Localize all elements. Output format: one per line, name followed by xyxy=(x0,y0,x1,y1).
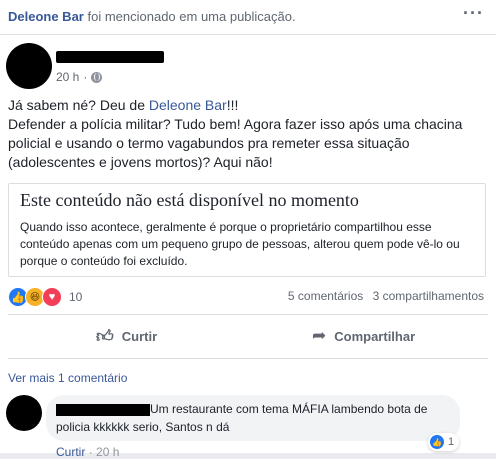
notification-message: foi mencionado em uma publicação. xyxy=(83,9,296,24)
post-text-before: Já sabem né? Deu de xyxy=(8,97,149,113)
comment-reaction-count: 1 xyxy=(448,436,455,448)
post-meta: 20 h · xyxy=(56,70,103,84)
like-button[interactable]: 👍︎ Curtir xyxy=(96,321,157,351)
reaction-summary[interactable]: 👍 😆 ♥ 10 xyxy=(8,287,82,307)
like-icon: 👍 xyxy=(430,435,444,449)
comments-count-link[interactable]: 5 comentários xyxy=(288,289,363,303)
post-card: 20 h · Já sabem né? Deu de Deleone Bar!!… xyxy=(0,35,496,459)
author-avatar[interactable] xyxy=(6,43,52,89)
reaction-count[interactable]: 10 xyxy=(69,290,82,304)
redacted-commenter-name[interactable] xyxy=(56,403,150,416)
unavailable-description: Quando isso acontece, geralmente é porqu… xyxy=(20,220,460,268)
comment-timestamp[interactable]: 20 h xyxy=(96,445,119,459)
comment-meta-separator: · xyxy=(88,445,93,459)
globe-icon[interactable] xyxy=(91,71,103,83)
comment-like-link[interactable]: Curtir xyxy=(56,445,85,459)
thumbs-up-icon: 👍︎ xyxy=(96,326,114,346)
share-button-label: Compartilhar xyxy=(334,328,416,344)
comment-reaction-badge[interactable]: 👍 1 xyxy=(428,433,460,451)
mention-link[interactable]: Deleone Bar xyxy=(149,97,227,113)
love-icon: ♥ xyxy=(42,287,62,307)
view-more-comments-link[interactable]: Ver mais 1 comentário xyxy=(8,371,127,385)
redacted-author-name[interactable] xyxy=(56,51,164,63)
share-button[interactable]: ➦ Compartilhar xyxy=(312,321,415,351)
comment-bubble: Um restaurante com tema MÁFIA lambendo b… xyxy=(46,395,460,441)
mention-notification-bar: Deleone Bar foi mencionado em uma public… xyxy=(0,0,496,35)
post-timestamp[interactable]: 20 h xyxy=(56,70,79,84)
comment-meta: Curtir · 20 h xyxy=(56,445,119,459)
like-button-label: Curtir xyxy=(121,328,158,344)
shares-count-link[interactable]: 3 compartilhamentos xyxy=(373,289,484,303)
divider xyxy=(8,314,488,315)
divider xyxy=(8,358,488,359)
page-name-link[interactable]: Deleone Bar xyxy=(8,9,84,24)
share-arrow-icon: ➦ xyxy=(312,326,327,345)
comment-text-wrap: Um restaurante com tema MÁFIA lambendo b… xyxy=(56,400,451,436)
meta-separator: · xyxy=(83,70,88,84)
post-stats: 5 comentários 3 compartilhamentos xyxy=(288,289,484,303)
notification-text: Deleone Bar foi mencionado em uma public… xyxy=(8,9,296,24)
post-body: Já sabem né? Deu de Deleone Bar!!! Defen… xyxy=(8,96,488,172)
unavailable-title: Este conteúdo não está disponível no mom… xyxy=(20,190,359,210)
more-options-icon[interactable]: ··· xyxy=(463,3,484,24)
unavailable-content-box: Este conteúdo não está disponível no mom… xyxy=(8,183,486,277)
commenter-avatar[interactable] xyxy=(6,395,42,431)
